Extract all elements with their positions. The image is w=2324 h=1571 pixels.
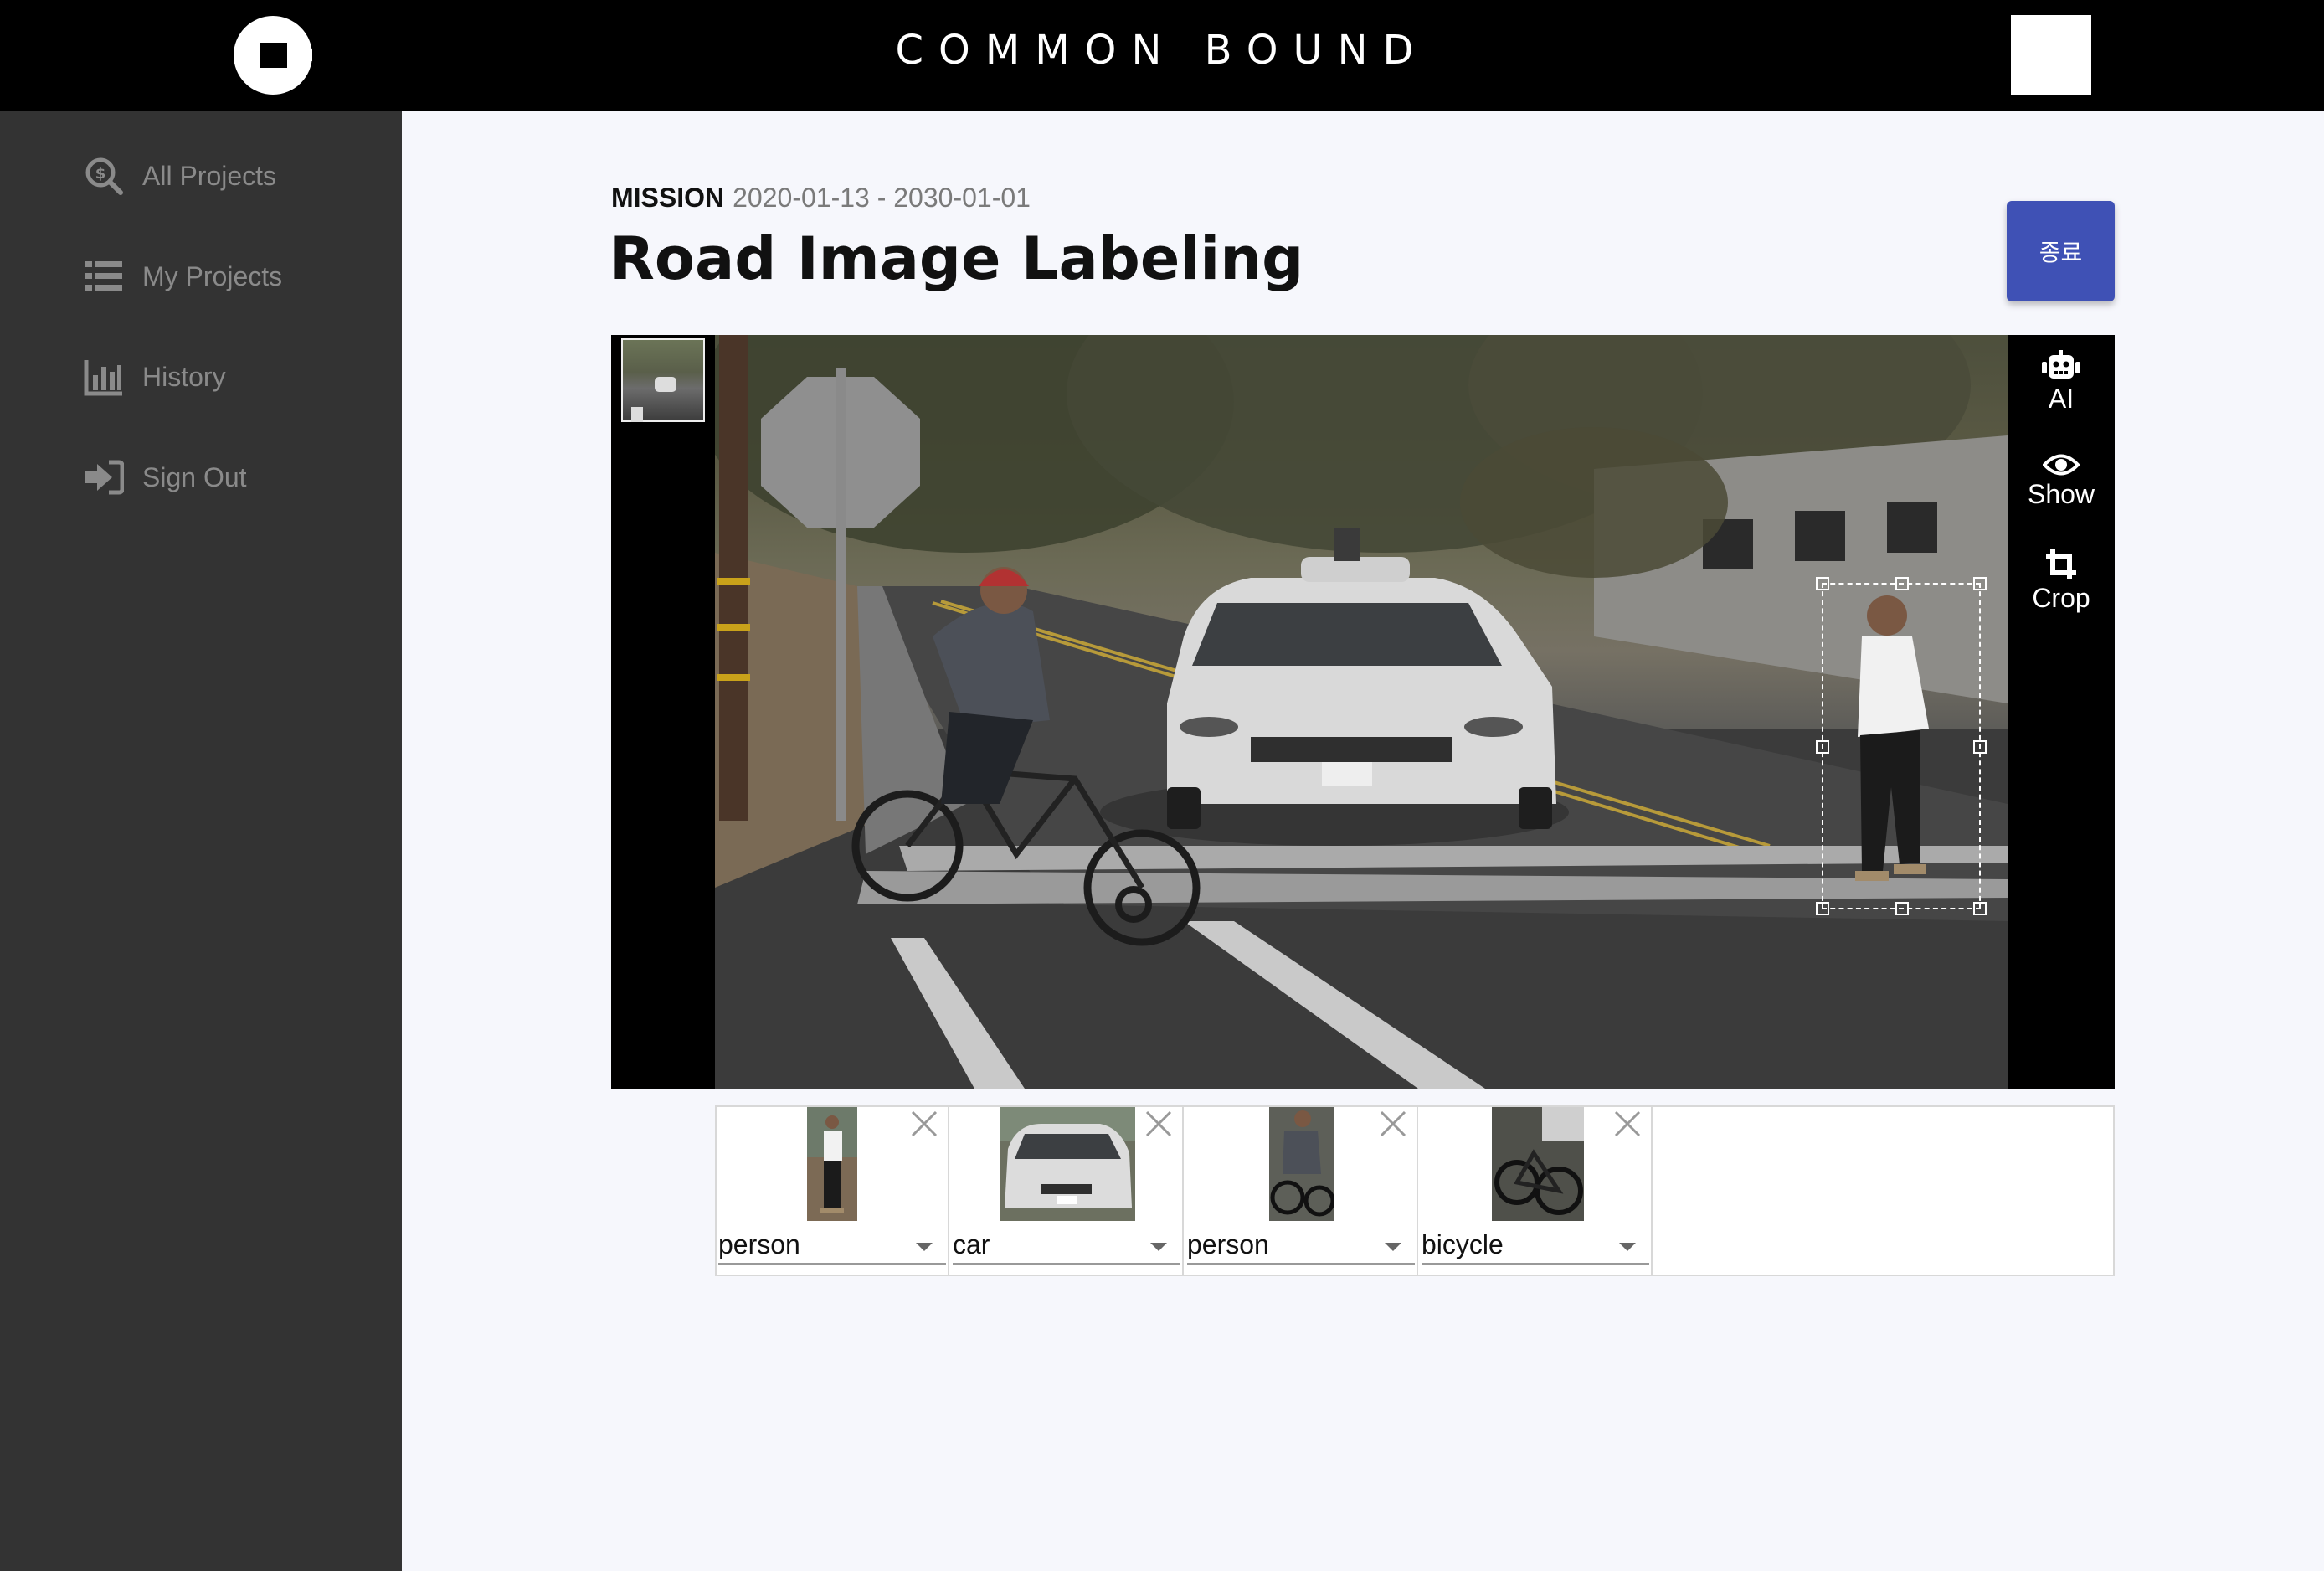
label-card[interactable]: person <box>717 1107 949 1275</box>
label-thumbnail <box>1269 1107 1334 1221</box>
label-select-value: person <box>1187 1228 1269 1259</box>
sidebar-item-label: All Projects <box>142 160 277 191</box>
label-select[interactable]: car <box>953 1226 1180 1265</box>
mission-dates: 2020-01-13 - 2030-01-01 <box>733 183 1031 213</box>
close-icon[interactable] <box>1142 1107 1175 1141</box>
label-card[interactable]: bicycle <box>1420 1107 1653 1275</box>
tool-label: Crop <box>2032 583 2090 613</box>
labeling-canvas[interactable]: AI Show Crop <box>611 335 2115 1089</box>
resize-handle[interactable] <box>1895 902 1909 915</box>
tool-label: AI <box>2048 384 2075 414</box>
label-tray: person car person bicycle <box>715 1105 2115 1276</box>
image-thumbnail[interactable] <box>621 338 705 422</box>
label-thumbnail <box>1000 1107 1135 1221</box>
sidebar: $ All Projects My Projects History Sign … <box>0 111 402 1571</box>
chevron-down-icon <box>916 1243 933 1251</box>
close-icon[interactable] <box>1376 1107 1410 1141</box>
mission-tag: MISSION <box>611 183 725 213</box>
svg-text:$: $ <box>95 165 106 183</box>
resize-handle[interactable] <box>1816 740 1829 754</box>
tool-panel: AI Show Crop <box>2008 335 2115 1089</box>
label-select-value: car <box>953 1228 990 1259</box>
list-icon <box>85 261 122 291</box>
resize-handle[interactable] <box>1973 577 1987 590</box>
label-select-value: bicycle <box>1422 1228 1504 1259</box>
chevron-down-icon <box>1385 1243 1401 1251</box>
sidebar-item-sign-out[interactable]: Sign Out <box>84 452 247 502</box>
tool-show[interactable]: Show <box>2008 452 2115 510</box>
label-select[interactable]: person <box>1187 1226 1415 1265</box>
resize-handle[interactable] <box>1895 577 1909 590</box>
bar-chart-icon <box>84 360 122 396</box>
label-select[interactable]: person <box>718 1226 946 1265</box>
sidebar-item-all-projects[interactable]: $ All Projects <box>84 151 276 201</box>
resize-handle[interactable] <box>1973 902 1987 915</box>
chevron-down-icon <box>1150 1243 1167 1251</box>
sidebar-item-my-projects[interactable]: My Projects <box>84 251 282 301</box>
road-photo[interactable] <box>715 335 2008 1089</box>
sidebar-item-label: Sign Out <box>142 461 247 492</box>
eye-icon <box>2043 454 2080 476</box>
tool-ai[interactable]: AI <box>2008 350 2115 415</box>
label-thumbnail <box>807 1107 857 1221</box>
bounding-box[interactable] <box>1816 577 1987 915</box>
sidebar-item-label: History <box>142 361 226 392</box>
resize-handle[interactable] <box>1816 577 1829 590</box>
sidebar-item-history[interactable]: History <box>84 352 226 402</box>
sign-out-icon <box>85 460 124 495</box>
crop-icon <box>2046 549 2076 579</box>
page-title: Road Image Labeling <box>609 224 1304 293</box>
tool-crop[interactable]: Crop <box>2008 548 2115 614</box>
label-card[interactable]: person <box>1185 1107 1418 1275</box>
label-card[interactable]: car <box>951 1107 1184 1275</box>
chevron-down-icon <box>1619 1243 1636 1251</box>
brand-title: COMMON BOUND <box>895 27 1429 74</box>
close-icon[interactable] <box>907 1107 941 1141</box>
top-bar: COMMON BOUND <box>0 0 2324 111</box>
resize-handle[interactable] <box>1816 902 1829 915</box>
end-button[interactable]: 종료 <box>2007 201 2115 301</box>
label-select[interactable]: bicycle <box>1422 1226 1649 1265</box>
label-select-value: person <box>718 1228 800 1259</box>
search-dollar-icon: $ <box>85 157 123 195</box>
label-thumbnail <box>1492 1107 1584 1221</box>
close-icon[interactable] <box>1611 1107 1644 1141</box>
tool-label: Show <box>2027 479 2095 509</box>
user-menu-button[interactable] <box>2011 15 2091 95</box>
robot-icon <box>2042 350 2080 379</box>
road-scene-image <box>715 335 2008 1089</box>
sidebar-item-label: My Projects <box>142 260 283 291</box>
mission-header: MISSION 2020-01-13 - 2030-01-01 <box>611 183 1031 214</box>
resize-handle[interactable] <box>1973 740 1987 754</box>
